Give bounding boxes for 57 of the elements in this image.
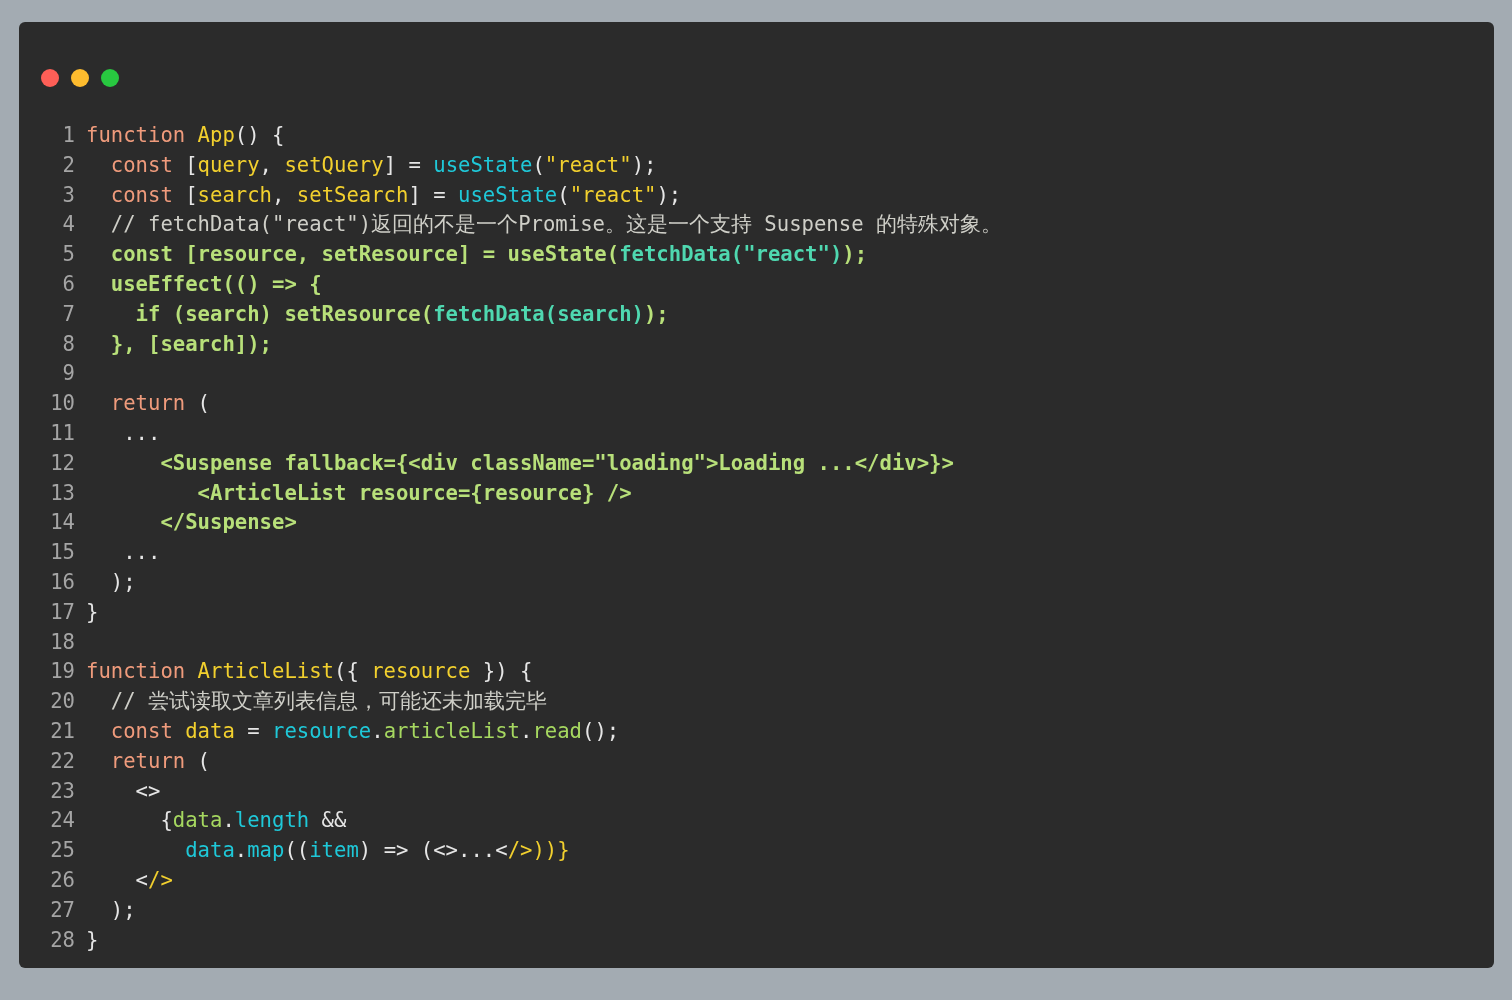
line-number: 4 — [61, 211, 75, 239]
line-number: 13 — [49, 479, 75, 507]
code-line: <> — [134, 777, 161, 805]
code-line: const [search, setSearch] = useState("react"); — [109, 181, 682, 209]
line-number: 8 — [61, 330, 75, 358]
line-number: 3 — [61, 181, 75, 209]
code-line: {data.length && — [159, 807, 347, 835]
line-number: 24 — [49, 807, 75, 835]
line-number: 22 — [49, 747, 75, 775]
code-line: function ArticleList({ resource }) { — [86, 658, 533, 686]
code-line: // fetchData("react")返回的不是一个Promise。这是一个支持 Suspense 的特殊对象。 — [109, 211, 1002, 239]
line-number: 27 — [49, 896, 75, 924]
line-number: 25 — [49, 837, 75, 865]
line-number: 19 — [49, 658, 75, 686]
code-line: ); — [109, 896, 136, 924]
code-line: // 尝试读取文章列表信息，可能还未加载完毕 — [109, 688, 547, 716]
code-line: ... — [122, 539, 161, 567]
line-number: 14 — [49, 509, 75, 537]
line-number: 21 — [49, 717, 75, 745]
line-number: 20 — [49, 688, 75, 716]
code-line: if (search) setResource(fetchData(search)); — [134, 300, 669, 328]
line-number: 1 — [61, 122, 75, 149]
code-line: useEffect(() => { — [109, 271, 322, 298]
code-line: </> — [134, 866, 173, 894]
code-line: function App() { — [86, 122, 285, 149]
window-zoom-button[interactable] — [101, 69, 119, 87]
line-number: 5 — [61, 241, 75, 269]
code-line: <ArticleList resource={resource} /> — [196, 479, 632, 507]
code-line: const data = resource.articleList.read(); — [109, 717, 620, 745]
code-line: </Suspense> — [159, 509, 297, 537]
code-line: } — [86, 598, 99, 626]
line-number: 28 — [49, 926, 75, 954]
line-number: 15 — [49, 539, 75, 567]
line-number: 6 — [61, 271, 75, 298]
line-number: 11 — [49, 419, 75, 447]
line-number: 9 — [61, 360, 75, 388]
code-line: const [query, setQuery] = useState("react"); — [109, 151, 657, 179]
window-minimize-button[interactable] — [71, 69, 89, 87]
line-number: 23 — [49, 777, 75, 805]
line-number: 12 — [49, 449, 75, 477]
code-line: return ( — [109, 390, 210, 418]
code-line: } — [86, 926, 99, 954]
code-line: ... — [122, 419, 161, 447]
line-number: 7 — [61, 300, 75, 328]
code-line: ); — [109, 568, 136, 596]
line-number: 16 — [49, 568, 75, 596]
window-close-button[interactable] — [41, 69, 59, 87]
line-number: 26 — [49, 866, 75, 894]
line-number: 10 — [49, 390, 75, 418]
line-number: 18 — [49, 628, 75, 656]
line-number: 2 — [61, 151, 75, 179]
line-number: 17 — [49, 598, 75, 626]
code-line: return ( — [109, 747, 210, 775]
code-line: }, [search]); — [109, 330, 272, 358]
code-line: const [resource, setResource] = useState(fetchData("react")); — [109, 241, 868, 269]
code-line: <Suspense fallback={<div className="loading">Loading ...</div>}> — [159, 449, 954, 477]
code-line: data.map((item) => (<>...</>))} — [184, 837, 570, 865]
